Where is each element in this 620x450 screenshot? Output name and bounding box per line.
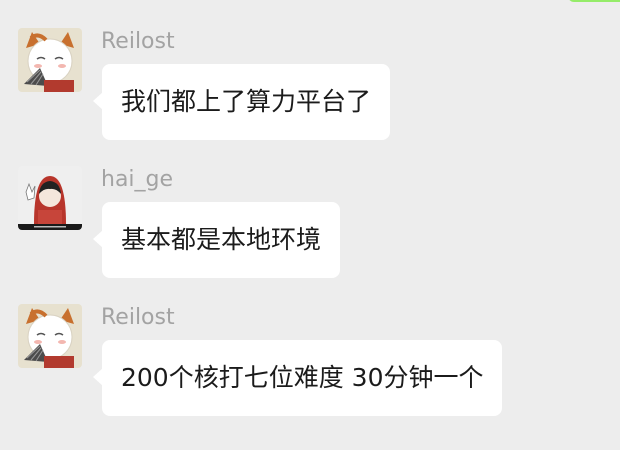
avatar-cat-icon[interactable] [18, 304, 82, 368]
message-bubble[interactable]: 基本都是本地环境 [92, 202, 341, 278]
avatar-hoodie-icon[interactable] [18, 166, 82, 230]
message-bubble[interactable]: 200个核打七位难度 30分钟一个 [92, 340, 503, 416]
message-bubble[interactable]: 我们都上了算力平台了 [92, 64, 391, 140]
sender-name: Reilost [101, 29, 175, 54]
avatar-cat-icon[interactable] [18, 28, 82, 92]
sender-name: Reilost [101, 305, 175, 330]
sender-name: hai_ge [101, 167, 174, 192]
own-message-bubble-edge [568, 0, 620, 2]
